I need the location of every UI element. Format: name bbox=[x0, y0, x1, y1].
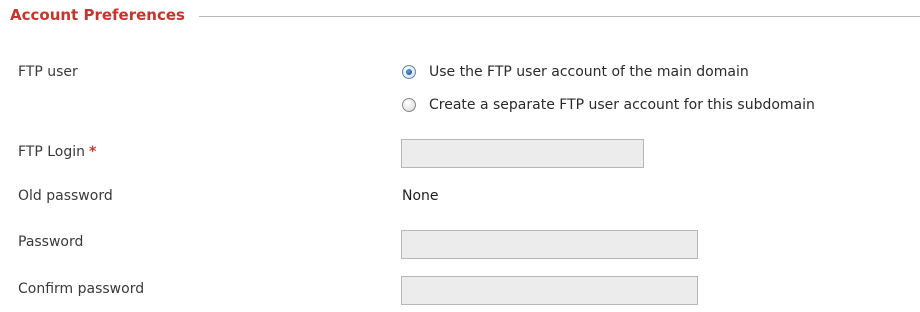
required-marker: * bbox=[89, 144, 97, 160]
ftp-login-label-text: FTP Login bbox=[18, 144, 86, 160]
old-password-value: None bbox=[402, 188, 439, 204]
ftp-login-label: FTP Login * bbox=[18, 144, 96, 160]
radio-create-separate-ftp[interactable]: Create a separate FTP user account for t… bbox=[402, 97, 815, 113]
radio-use-main-domain-label[interactable]: Use the FTP user account of the main dom… bbox=[429, 64, 749, 80]
radio-checked-icon[interactable] bbox=[402, 65, 416, 79]
section-divider bbox=[198, 15, 920, 17]
section-title: Account Preferences bbox=[10, 6, 185, 24]
radio-use-main-domain-ftp[interactable]: Use the FTP user account of the main dom… bbox=[402, 64, 749, 80]
ftp-user-label: FTP user bbox=[18, 64, 78, 80]
password-input[interactable] bbox=[401, 230, 698, 259]
ftp-login-input[interactable] bbox=[401, 139, 644, 168]
radio-create-separate-label[interactable]: Create a separate FTP user account for t… bbox=[429, 97, 815, 113]
radio-unchecked-icon[interactable] bbox=[402, 98, 416, 112]
password-label: Password bbox=[18, 234, 84, 250]
confirm-password-label: Confirm password bbox=[18, 281, 145, 297]
section-header: Account Preferences bbox=[8, 0, 920, 30]
old-password-label: Old password bbox=[18, 188, 113, 204]
confirm-password-input[interactable] bbox=[401, 276, 698, 305]
account-preferences-form: Account Preferences FTP user Use the FTP… bbox=[0, 0, 920, 312]
radio-dot-icon bbox=[406, 69, 412, 75]
